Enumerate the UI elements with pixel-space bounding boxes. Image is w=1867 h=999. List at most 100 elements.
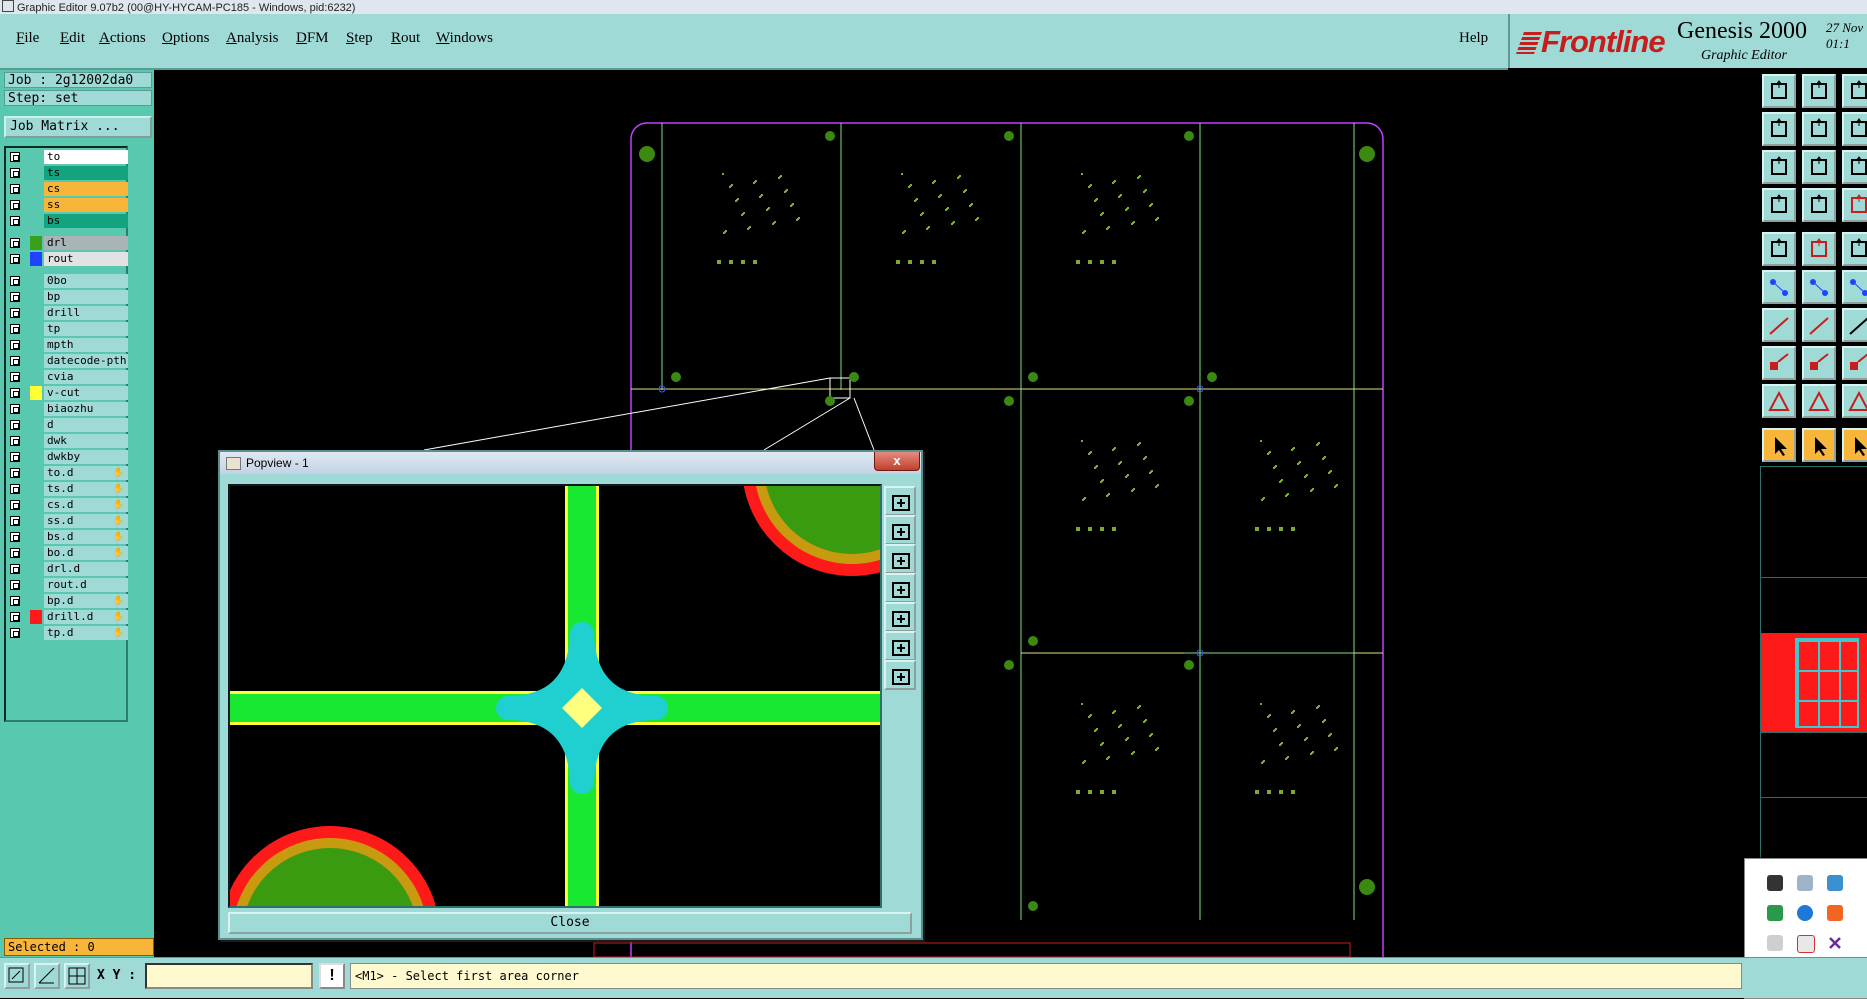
- popview-tool-button-7[interactable]: [884, 660, 916, 690]
- tray-app-icon[interactable]: [1797, 935, 1815, 953]
- layer-checkbox[interactable]: [10, 168, 20, 178]
- layer-checkbox[interactable]: [10, 548, 20, 558]
- tool-button-7-3[interactable]: [1842, 308, 1867, 342]
- layer-row-dwkby[interactable]: dwkby: [8, 450, 128, 465]
- layer-row-biaozhu[interactable]: biaozhu: [8, 402, 128, 417]
- layer-checkbox[interactable]: [10, 516, 20, 526]
- layer-checkbox[interactable]: [10, 324, 20, 334]
- layer-checkbox[interactable]: [10, 238, 20, 248]
- layer-row-dwk[interactable]: dwk: [8, 434, 128, 449]
- layer-row-drill-d[interactable]: drill.d ✋: [8, 610, 128, 625]
- tool-button-9-1[interactable]: [1762, 384, 1796, 418]
- tray-volume-icon[interactable]: [1767, 935, 1783, 951]
- popview-tool-button-2[interactable]: [884, 515, 916, 545]
- tool-button-6-3[interactable]: [1842, 270, 1867, 304]
- menu-dfm[interactable]: DFM: [296, 30, 329, 47]
- zoom-window-button[interactable]: [4, 963, 30, 989]
- popview-close-x-button[interactable]: x: [874, 452, 920, 471]
- tool-button-7-2[interactable]: [1802, 308, 1836, 342]
- layer-row-d[interactable]: d: [8, 418, 128, 433]
- layer-row-0bo[interactable]: 0bo: [8, 274, 128, 289]
- layer-row-rout[interactable]: rout: [8, 252, 128, 267]
- layer-checkbox[interactable]: [10, 436, 20, 446]
- layer-checkbox[interactable]: [10, 372, 20, 382]
- measure-button[interactable]: [34, 963, 60, 989]
- popview-tool-button-6[interactable]: [884, 631, 916, 661]
- layer-row-mpth[interactable]: mpth: [8, 338, 128, 353]
- tool-button-3-2[interactable]: [1802, 150, 1836, 184]
- layer-row-drl-d[interactable]: drl.d: [8, 562, 128, 577]
- tray-app-icon[interactable]: [1797, 905, 1813, 921]
- layer-row-v-cut[interactable]: v-cut: [8, 386, 128, 401]
- tool-button-2-1[interactable]: [1762, 112, 1796, 146]
- layer-row-tp[interactable]: tp: [8, 322, 128, 337]
- layer-checkbox[interactable]: [10, 596, 20, 606]
- tray-app-icon[interactable]: [1767, 875, 1783, 891]
- mini-map[interactable]: [1761, 633, 1867, 733]
- layer-checkbox[interactable]: [10, 276, 20, 286]
- tool-button-3-1[interactable]: [1762, 150, 1796, 184]
- tool-button-4-1[interactable]: [1762, 188, 1796, 222]
- layer-checkbox[interactable]: [10, 200, 20, 210]
- layer-checkbox[interactable]: [10, 216, 20, 226]
- tool-button-2-3[interactable]: [1842, 112, 1867, 146]
- popview-title-bar[interactable]: Popview - 1 x: [220, 452, 921, 474]
- tool-button-10-1[interactable]: [1762, 428, 1796, 462]
- xy-input[interactable]: [145, 963, 313, 989]
- layer-row-bs[interactable]: bs: [8, 214, 128, 229]
- layer-row-bo-d[interactable]: bo.d ✋: [8, 546, 128, 561]
- layer-checkbox[interactable]: [10, 628, 20, 638]
- layer-row-drl[interactable]: drl: [8, 236, 128, 251]
- layer-checkbox[interactable]: [10, 564, 20, 574]
- tool-button-8-3[interactable]: [1842, 346, 1867, 380]
- tray-app-icon[interactable]: [1827, 875, 1843, 891]
- tool-button-5-1[interactable]: [1762, 232, 1796, 266]
- layer-row-datecode-pth[interactable]: datecode-pth: [8, 354, 128, 369]
- tool-button-6-1[interactable]: [1762, 270, 1796, 304]
- menu-rout[interactable]: Rout: [391, 30, 420, 47]
- tool-button-1-3[interactable]: [1842, 74, 1867, 108]
- layer-row-ts[interactable]: ts: [8, 166, 128, 181]
- menu-analysis[interactable]: Analysis: [226, 30, 279, 47]
- menu-help[interactable]: Help: [1459, 30, 1488, 47]
- popview-viewport[interactable]: [220, 356, 962, 999]
- layer-checkbox[interactable]: [10, 152, 20, 162]
- tray-app-icon[interactable]: [1827, 905, 1843, 921]
- layer-row-rout-d[interactable]: rout.d: [8, 578, 128, 593]
- tool-button-10-2[interactable]: [1802, 428, 1836, 462]
- tool-button-2-2[interactable]: [1802, 112, 1836, 146]
- menu-options[interactable]: Options: [162, 30, 210, 47]
- message-button[interactable]: !: [319, 963, 345, 989]
- menu-step[interactable]: Step: [346, 30, 373, 47]
- layer-row-cs-d[interactable]: cs.d ✋: [8, 498, 128, 513]
- menu-file[interactable]: File: [16, 30, 39, 47]
- layer-checkbox[interactable]: [10, 254, 20, 264]
- layer-row-drill[interactable]: drill: [8, 306, 128, 321]
- tool-button-3-3[interactable]: [1842, 150, 1867, 184]
- layer-checkbox[interactable]: [10, 388, 20, 398]
- layer-checkbox[interactable]: [10, 184, 20, 194]
- layer-row-tp-d[interactable]: tp.d ✋: [8, 626, 128, 641]
- popview-tool-button-3[interactable]: [884, 544, 916, 574]
- menu-actions[interactable]: Actions: [99, 30, 146, 47]
- tool-button-1-1[interactable]: [1762, 74, 1796, 108]
- tool-button-1-2[interactable]: [1802, 74, 1836, 108]
- layer-row-ss[interactable]: ss: [8, 198, 128, 213]
- layer-row-to-d[interactable]: to.d ✋: [8, 466, 128, 481]
- tray-close-icon[interactable]: [1827, 935, 1843, 951]
- tool-button-4-2[interactable]: [1802, 188, 1836, 222]
- tool-button-6-2[interactable]: [1802, 270, 1836, 304]
- layer-checkbox[interactable]: [10, 292, 20, 302]
- job-matrix-button[interactable]: Job Matrix ...: [4, 116, 152, 138]
- popview-tool-button-1[interactable]: [884, 486, 916, 516]
- tool-button-7-1[interactable]: [1762, 308, 1796, 342]
- tool-button-8-1[interactable]: [1762, 346, 1796, 380]
- tool-button-4-3[interactable]: [1842, 188, 1867, 222]
- tool-button-8-2[interactable]: [1802, 346, 1836, 380]
- popview-tool-button-5[interactable]: [884, 602, 916, 632]
- layer-checkbox[interactable]: [10, 420, 20, 430]
- layer-checkbox[interactable]: [10, 308, 20, 318]
- layer-checkbox[interactable]: [10, 612, 20, 622]
- popview-tool-button-4[interactable]: [884, 573, 916, 603]
- grid-snap-button[interactable]: [64, 963, 90, 989]
